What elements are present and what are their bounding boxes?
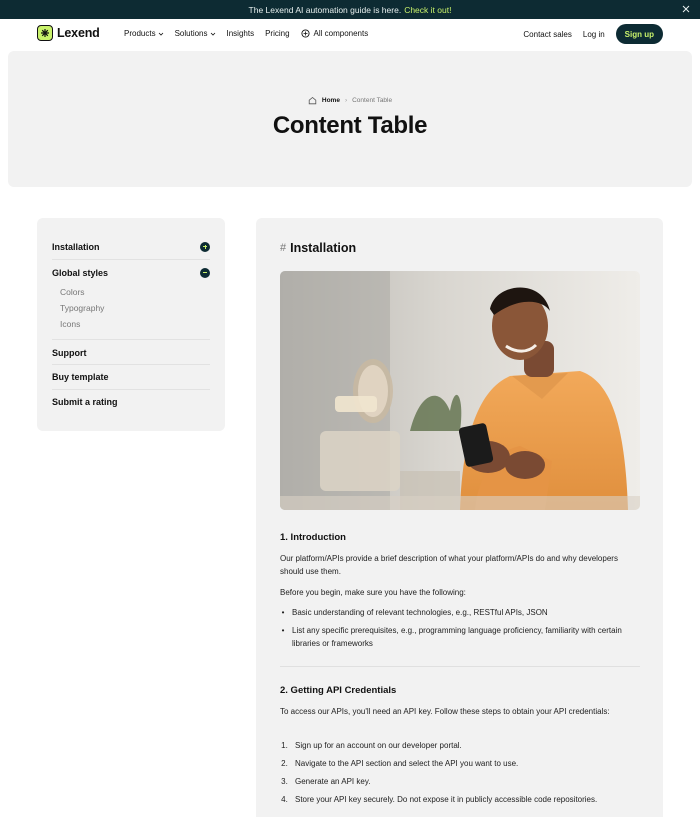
- list-item: 4. Store your API key securely. Do not e…: [280, 793, 640, 806]
- nav-label: Insights: [226, 29, 255, 38]
- grid-icon: [300, 29, 310, 38]
- before-paragraph: Before you begin, make sure you have the…: [280, 588, 466, 597]
- list-item: 2. Navigate to the API section and selec…: [280, 757, 640, 770]
- toc-label: Installation: [52, 241, 100, 252]
- list-item-text: Sign up for an account on our developer …: [295, 741, 462, 750]
- logo-mark-icon: [37, 25, 53, 41]
- home-icon[interactable]: [308, 96, 317, 105]
- step-number: 4.: [281, 795, 288, 804]
- nav-label: Solutions: [174, 29, 208, 38]
- nav-item-products[interactable]: Products: [124, 29, 164, 38]
- toc-subitem-typography[interactable]: Typography: [52, 303, 210, 319]
- hero: Home › Content Table Content Table: [8, 51, 692, 187]
- nav-item-solutions[interactable]: Solutions: [175, 29, 216, 38]
- content-panel: # Installation 1. Introduction Our platf…: [256, 218, 663, 817]
- nav-item-pricing[interactable]: Pricing: [265, 29, 289, 38]
- top-nav: Lexend Products Solutions Insights Prici…: [0, 19, 700, 50]
- steps-list: 1. Sign up for an account on our develop…: [280, 739, 640, 811]
- heading-credentials: 2. Getting API Credentials: [280, 685, 397, 696]
- nav-item-insights[interactable]: Insights: [227, 29, 255, 38]
- chevron-down-icon: [158, 32, 163, 36]
- step-number: 2.: [281, 759, 288, 768]
- nav-actions: Contact sales Log in Sign up: [523, 24, 663, 44]
- toc-subitem-icons[interactable]: Icons: [52, 319, 210, 335]
- section-title: # Installation: [280, 241, 356, 255]
- brand-logo[interactable]: Lexend: [37, 25, 100, 41]
- nav-label: Products: [124, 29, 156, 38]
- login-link[interactable]: Log in: [583, 30, 605, 39]
- toc-label: Global styles: [52, 267, 109, 278]
- announcement-text: The Lexend AI automation guide is here.: [248, 4, 402, 15]
- announcement-bar: The Lexend AI automation guide is here. …: [0, 0, 700, 19]
- list-item-text: List any specific prerequisites, e.g., p…: [292, 626, 622, 648]
- list-item: 3. Generate an API key.: [280, 775, 640, 788]
- divider: [52, 339, 210, 340]
- page-title: Content Table: [272, 112, 428, 139]
- photo-illustration: [280, 271, 640, 510]
- toc-item-buy-template[interactable]: Buy template: [52, 365, 210, 389]
- toc-item-installation[interactable]: Installation: [52, 237, 210, 256]
- nav-links: Products Solutions Insights Pricing All …: [124, 29, 368, 38]
- chevron-right-icon: ›: [344, 97, 348, 104]
- list-item-text: Store your API key securely. Do not expo…: [295, 795, 598, 804]
- list-item-text: Basic understanding of relevant technolo…: [292, 608, 548, 617]
- step-number: 3.: [281, 777, 288, 786]
- chevron-down-icon: [210, 32, 215, 36]
- section-title-text: Installation: [290, 241, 357, 255]
- close-icon[interactable]: [680, 3, 692, 15]
- list-item-text: Navigate to the API section and select t…: [295, 759, 519, 768]
- list-item: 1. Sign up for an account on our develop…: [280, 739, 640, 752]
- signup-button[interactable]: Sign up: [615, 24, 663, 44]
- toc-item-global-styles[interactable]: Global styles: [52, 263, 210, 282]
- step-number: 1.: [281, 741, 288, 750]
- toc-item-support[interactable]: Support: [52, 342, 210, 364]
- heading-introduction: 1. Introduction: [280, 532, 346, 543]
- toc-label: Submit a rating: [52, 397, 118, 407]
- plus-icon[interactable]: [200, 241, 210, 252]
- toc-label: Support: [52, 348, 87, 358]
- minus-icon[interactable]: [200, 267, 210, 278]
- bullet-icon: •: [281, 608, 285, 617]
- nav-item-all-components[interactable]: All components: [300, 29, 369, 38]
- announcement-link[interactable]: Check it out!: [404, 5, 451, 15]
- hash-icon: #: [280, 242, 287, 254]
- breadcrumb-home[interactable]: Home: [322, 97, 340, 104]
- breadcrumb: Home › Content Table: [8, 96, 692, 105]
- prereq-list: • Basic understanding of relevant techno…: [280, 606, 640, 655]
- section-divider: [280, 666, 640, 667]
- breadcrumb-current: Content Table: [352, 97, 393, 104]
- credentials-paragraph: To access our APIs, you'll need an API k…: [280, 707, 610, 716]
- list-item-text: Generate an API key.: [295, 777, 371, 786]
- divider: [52, 259, 210, 260]
- hero-photo: [280, 271, 640, 510]
- toc-sidebar: Installation Global styles Colors Typogr…: [37, 218, 225, 431]
- nav-label: All components: [313, 29, 369, 38]
- toc-subitem-colors[interactable]: Colors: [52, 287, 210, 303]
- list-item: • Basic understanding of relevant techno…: [280, 606, 640, 619]
- toc-label: Buy template: [52, 372, 109, 382]
- toc-item-submit-rating[interactable]: Submit a rating: [52, 390, 210, 414]
- contact-sales-link[interactable]: Contact sales: [523, 30, 571, 39]
- list-item: • List any specific prerequisites, e.g.,…: [280, 624, 640, 650]
- nav-label: Pricing: [265, 29, 290, 38]
- intro-paragraph: Our platform/APIs provide a brief descri…: [280, 554, 618, 576]
- brand-name: Lexend: [57, 26, 100, 40]
- bullet-icon: •: [281, 626, 285, 635]
